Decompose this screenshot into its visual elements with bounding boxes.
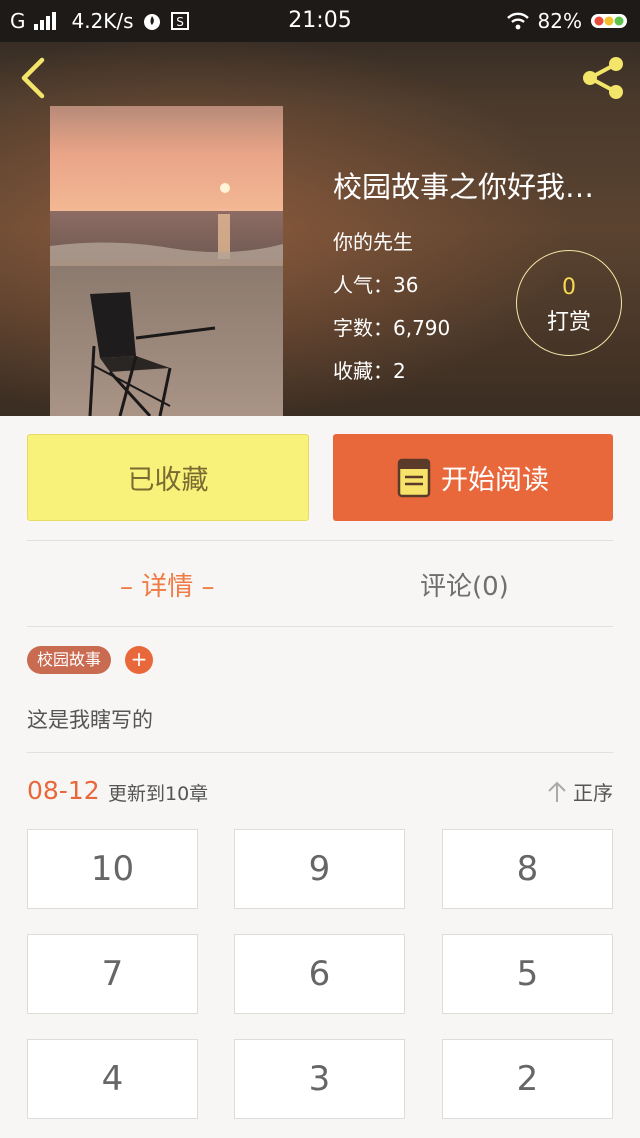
- back-button[interactable]: [16, 56, 56, 100]
- chevron-left-icon: [21, 57, 45, 99]
- chapter-button[interactable]: 2: [442, 1039, 613, 1119]
- status-bar: G 4.2K/s S 21:05 82%: [0, 0, 640, 42]
- book-title: 校园故事之你好我…: [333, 170, 595, 204]
- update-text: 更新到10章: [108, 783, 209, 805]
- sort-order-button[interactable]: 正序: [547, 777, 613, 806]
- reward-label: 打赏: [546, 310, 591, 335]
- book-cover-image: [50, 106, 283, 416]
- tab-comment[interactable]: 评论(0): [420, 566, 509, 603]
- favorites-stat: 收藏：2: [333, 359, 406, 383]
- book-header: G 4.2K/s S 21:05 82% 校园故事之你好我… 你的先生 人气：3…: [0, 0, 640, 416]
- divider: [27, 540, 613, 541]
- book-icon: [397, 458, 431, 497]
- chapter-button[interactable]: 5: [442, 934, 613, 1014]
- tag-chip[interactable]: 校园故事: [27, 646, 112, 674]
- chapter-button[interactable]: 4: [27, 1039, 198, 1119]
- chapter-button[interactable]: 8: [442, 829, 613, 909]
- share-icon: [583, 57, 623, 99]
- tab-detail[interactable]: – 详情 –: [120, 566, 215, 603]
- chapter-button[interactable]: 7: [27, 934, 198, 1014]
- collected-label: 已收藏: [127, 465, 209, 496]
- status-right: 82%: [506, 0, 630, 42]
- sort-order-label: 正序: [573, 781, 613, 805]
- divider: [27, 752, 613, 753]
- update-date: 08-12: [27, 776, 100, 805]
- arrow-up-icon: [548, 781, 566, 802]
- battery-percent: 82%: [537, 9, 582, 33]
- wifi-icon: [506, 12, 530, 30]
- reward-button[interactable]: 0 打赏: [516, 250, 622, 356]
- book-author[interactable]: 你的先生: [333, 226, 633, 255]
- book-description: 这是我瞎写的: [27, 708, 153, 732]
- start-reading-label: 开始阅读: [441, 465, 549, 496]
- start-reading-button[interactable]: 开始阅读: [333, 434, 613, 521]
- chapter-button[interactable]: 10: [27, 829, 198, 909]
- divider: [27, 626, 613, 627]
- add-tag-button[interactable]: +: [125, 646, 153, 674]
- chapter-button[interactable]: 6: [234, 934, 405, 1014]
- battery-icon: [590, 12, 630, 30]
- share-button[interactable]: [578, 54, 628, 102]
- reward-count: 0: [562, 275, 576, 300]
- collected-button[interactable]: 已收藏: [27, 434, 309, 521]
- chapter-button[interactable]: 9: [234, 829, 405, 909]
- chapter-button[interactable]: 3: [234, 1039, 405, 1119]
